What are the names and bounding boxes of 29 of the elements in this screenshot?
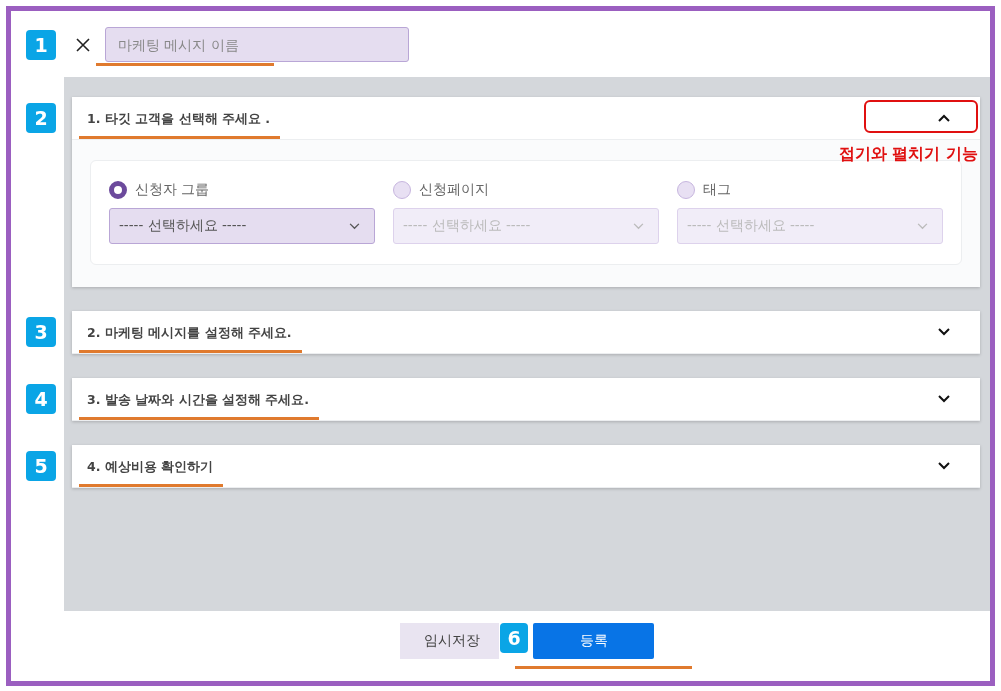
section-title[interactable]: 4. 예상비용 확인하기 [87,459,214,474]
annotation-note: 접기와 펼치기 기능 [838,144,978,165]
section-title[interactable]: 3. 발송 날짜와 시간을 설정해 주세요. [87,392,309,407]
chevron-down-icon [938,462,950,470]
close-icon[interactable] [76,37,90,52]
section-title[interactable]: 1. 타깃 고객을 선택해 주세요 . [87,111,270,126]
radio-label: 태그 [703,181,731,199]
annotation-badge: 6 [500,623,528,653]
radio-label: 신청자 그룹 [135,181,210,199]
chevron-down-icon [938,395,950,403]
radio-button[interactable] [109,181,127,199]
annotation-badge: 3 [26,317,56,347]
radio-button[interactable] [393,181,411,199]
select-dropdown[interactable]: ----- 선택하세요 ----- [109,208,375,244]
annotation-badge: 5 [26,451,56,481]
temporary-save-button[interactable]: 임시저장 [400,623,499,659]
annotation-badge: 4 [26,384,56,414]
message-name-field[interactable]: 마케팅 메시지 이름 [105,27,409,62]
chevron-down-icon [917,222,928,230]
radio-button[interactable] [677,181,695,199]
chevron-up-icon [938,114,950,122]
section-title[interactable]: 2. 마케팅 메시지를 설정해 주세요. [87,325,292,340]
chevron-down-icon [349,222,360,230]
register-button[interactable]: 등록 [533,623,654,659]
radio-label: 신청페이지 [419,181,489,199]
annotation-badge: 2 [26,103,56,133]
chevron-down-icon [938,328,950,336]
annotation-badge: 1 [26,29,56,60]
chevron-down-icon [633,222,644,230]
